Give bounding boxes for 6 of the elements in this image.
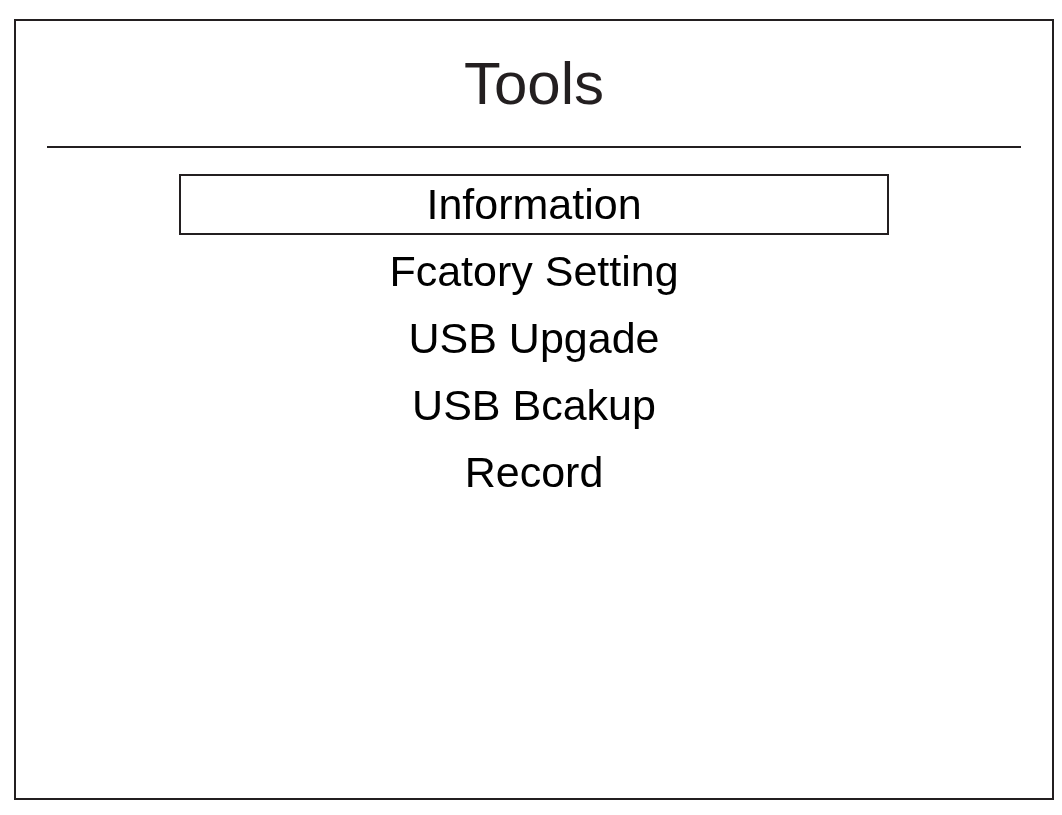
menu-item[interactable]: USB Bcakup (179, 375, 889, 436)
menu-item[interactable]: Information (179, 174, 889, 235)
menu-title: Tools (463, 54, 605, 114)
menu-item[interactable]: USB Upgade (179, 308, 889, 369)
menu-item[interactable]: Fcatory Setting (179, 241, 889, 302)
menu-item[interactable]: Record (179, 442, 889, 503)
